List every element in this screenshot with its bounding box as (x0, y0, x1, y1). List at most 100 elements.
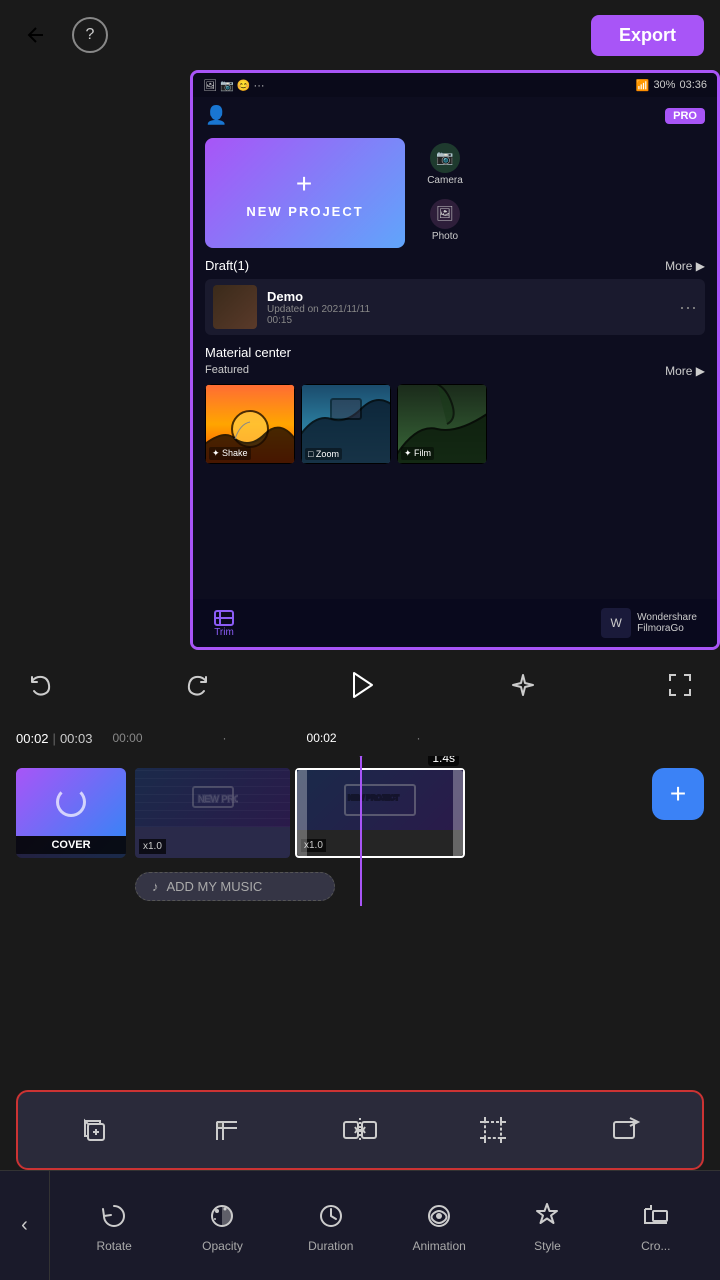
opacity-icon (205, 1199, 239, 1233)
export-button[interactable]: Export (591, 15, 704, 56)
phone-preview: 🖼 📷 😊 ··· 📶 30% 03:36 👤 PRO + NEW PROJEC… (190, 70, 720, 650)
wondershare-label: Wondershare FilmoraGo (637, 612, 697, 634)
svg-text:NEW PROJECT: NEW PROJECT (348, 795, 400, 802)
phone-content: 👤 PRO + NEW PROJECT 📷 Camera 🖼 Photo (193, 97, 717, 647)
featured-item-film[interactable]: ✦ Film (397, 384, 487, 464)
wondershare-logo: W Wondershare FilmoraGo (601, 608, 697, 638)
nav-item-animation[interactable]: Animation (404, 1199, 474, 1253)
active-seg-speed: x1.0 (301, 839, 326, 852)
phone-app-header: 👤 PRO (193, 97, 717, 134)
cover-thumbnail[interactable]: COVER (16, 768, 126, 858)
nav-items: Rotate Opacity (50, 1199, 720, 1253)
nav-item-opacity[interactable]: Opacity (187, 1199, 257, 1253)
undo-button[interactable] (20, 665, 60, 705)
phone-status-bar: 🖼 📷 😊 ··· 📶 30% 03:36 (193, 73, 717, 97)
trim-tool[interactable] (187, 1100, 267, 1160)
draft-thumbnail (213, 285, 257, 329)
animation-label: Animation (412, 1239, 465, 1253)
help-button[interactable]: ? (72, 17, 108, 53)
draft-info: Demo Updated on 2021/11/11 00:15 (267, 289, 669, 326)
status-icons: 🖼 📷 😊 ··· (203, 79, 265, 92)
draft-name: Demo (267, 289, 669, 304)
nav-back-icon: ‹ (21, 1214, 28, 1237)
material-center-title: Material center (205, 345, 705, 360)
ruler-mark-0: 00:00 (112, 731, 142, 745)
trim-button[interactable]: Trim (213, 609, 235, 638)
playhead (360, 756, 362, 906)
active-segment-overlay[interactable]: 1.4s NEW PROJECT x1.0 (295, 768, 465, 858)
duration-label: Duration (308, 1239, 353, 1253)
featured-item-shake[interactable]: ✦ Shake (205, 384, 295, 464)
camera-button[interactable]: 📷 Camera (415, 138, 475, 190)
draft-header: Draft(1) More ▶ (205, 258, 705, 273)
bottom-nav: ‹ Rotate Opaci (0, 1170, 720, 1280)
nav-item-crop[interactable]: Cro... (621, 1199, 691, 1253)
nav-item-duration[interactable]: Duration (296, 1199, 366, 1253)
draft-options-button[interactable]: ··· (679, 297, 697, 318)
grab-handle-left[interactable] (297, 770, 307, 856)
timeline-ruler: 00:00 · 00:02 · (112, 731, 704, 745)
status-right: 📶 30% 03:36 (636, 79, 707, 92)
clock: 03:36 (679, 79, 707, 91)
rotate-icon (97, 1199, 131, 1233)
featured-grid: ✦ Shake □ Zoom ✦ Film (205, 384, 705, 464)
camera-icon: 📷 (430, 143, 460, 173)
style-label: Style (534, 1239, 561, 1253)
grab-handle-right[interactable] (453, 770, 463, 856)
side-buttons: 📷 Camera 🖼 Photo (415, 138, 475, 248)
nav-item-style[interactable]: Style (512, 1199, 582, 1253)
featured-more-link[interactable]: More ▶ (665, 364, 705, 378)
zoom-label: □ Zoom (305, 448, 342, 460)
play-button[interactable] (335, 660, 385, 710)
new-project-section: + NEW PROJECT 📷 Camera 🖼 Photo (193, 134, 717, 252)
featured-label: Featured (205, 364, 249, 378)
add-icon: + (670, 778, 686, 810)
replace-tool[interactable] (586, 1100, 666, 1160)
split-icon (342, 1112, 378, 1148)
film-label: ✦ Film (401, 447, 434, 460)
style-icon (530, 1199, 564, 1233)
trim-label: Trim (214, 627, 234, 638)
draft-item[interactable]: Demo Updated on 2021/11/11 00:15 ··· (205, 279, 705, 335)
nav-back-button[interactable]: ‹ (0, 1171, 50, 1280)
timeline-area: COVER NEW PROJECT x1.0 1.4s NEW PROJECT … (0, 756, 720, 906)
add-track-button[interactable]: + (652, 768, 704, 820)
wondershare-icon: W (601, 608, 631, 638)
new-project-label: NEW PROJECT (246, 204, 363, 219)
photo-button[interactable]: 🖼 Photo (415, 194, 475, 246)
nav-item-rotate[interactable]: Rotate (79, 1199, 149, 1253)
cover-label: COVER (16, 836, 126, 854)
draft-more-link[interactable]: More ▶ (665, 259, 705, 273)
svg-text:NEW PROJECT: NEW PROJECT (198, 794, 238, 804)
fullscreen-button[interactable] (660, 665, 700, 705)
crop-tool[interactable] (453, 1100, 533, 1160)
draft-date: Updated on 2021/11/11 (267, 304, 669, 315)
draft-section: Draft(1) More ▶ Demo Updated on 2021/11/… (193, 252, 717, 339)
copy-tool[interactable] (54, 1100, 134, 1160)
cover-thumb-inner (16, 768, 126, 836)
magic-button[interactable] (503, 665, 543, 705)
video-segment-1[interactable]: NEW PROJECT x1.0 (135, 768, 290, 858)
time-divider: | (53, 731, 56, 746)
current-time: 00:02 (16, 731, 49, 746)
profile-icon: 👤 (205, 105, 227, 126)
top-left-controls: ? (16, 15, 108, 55)
pro-badge: PRO (665, 108, 705, 124)
featured-item-zoom[interactable]: □ Zoom (301, 384, 391, 464)
draft-title: Draft(1) (205, 258, 249, 273)
cover-rotate-icon (56, 787, 86, 817)
music-track: ♪ ADD MY MUSIC (135, 872, 700, 904)
total-time: 00:03 (60, 731, 93, 746)
add-music-button[interactable]: ♪ ADD MY MUSIC (135, 872, 335, 901)
split-tool[interactable] (320, 1100, 400, 1160)
battery-level: 30% (653, 79, 675, 91)
crop-nav-icon (639, 1199, 673, 1233)
crop-label: Cro... (641, 1239, 670, 1253)
ruler-dot-1: · (223, 731, 227, 745)
duration-icon (314, 1199, 348, 1233)
new-project-card[interactable]: + NEW PROJECT (205, 138, 405, 248)
music-note-icon: ♪ (152, 879, 159, 894)
redo-button[interactable] (178, 665, 218, 705)
status-left: 🖼 📷 😊 ··· (203, 79, 265, 92)
back-button[interactable] (16, 15, 56, 55)
